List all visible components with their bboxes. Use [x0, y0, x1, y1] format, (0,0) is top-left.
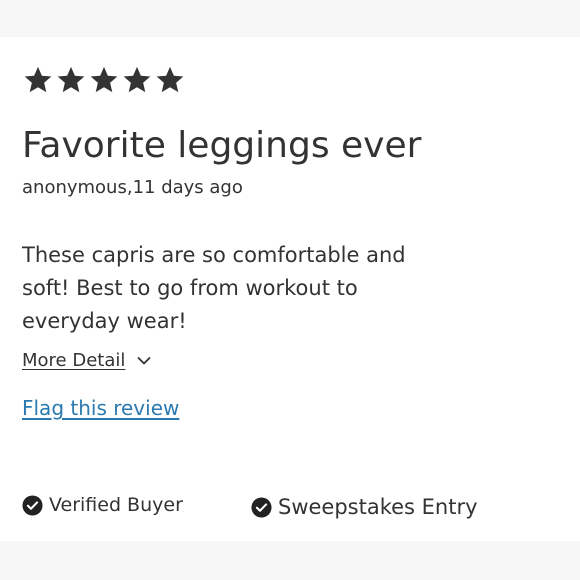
verified-buyer-badge: Verified Buyer — [22, 492, 183, 518]
star-icon — [88, 64, 120, 96]
review-author-date: anonymous,11 days ago — [22, 177, 243, 198]
star-rating — [22, 64, 186, 96]
star-icon — [121, 64, 153, 96]
review-body: These capris are so comfortable and soft… — [22, 243, 406, 333]
more-detail-label[interactable]: More Detail — [22, 349, 125, 373]
star-icon — [55, 64, 87, 96]
badge-label: Verified Buyer — [49, 494, 183, 516]
star-icon — [154, 64, 186, 96]
flag-review-link[interactable]: Flag this review — [22, 394, 179, 422]
top-divider-band — [0, 0, 580, 37]
sweepstakes-entry-badge: Sweepstakes Entry — [251, 493, 478, 521]
bottom-divider-band — [0, 541, 580, 580]
chevron-down-icon[interactable] — [135, 352, 153, 370]
badge-label: Sweepstakes Entry — [278, 495, 478, 519]
star-icon — [22, 64, 54, 96]
more-detail-toggle[interactable]: More Detail — [22, 348, 153, 374]
check-circle-icon — [251, 496, 272, 518]
review-title: Favorite leggings ever — [22, 125, 422, 166]
check-circle-icon — [22, 494, 43, 516]
